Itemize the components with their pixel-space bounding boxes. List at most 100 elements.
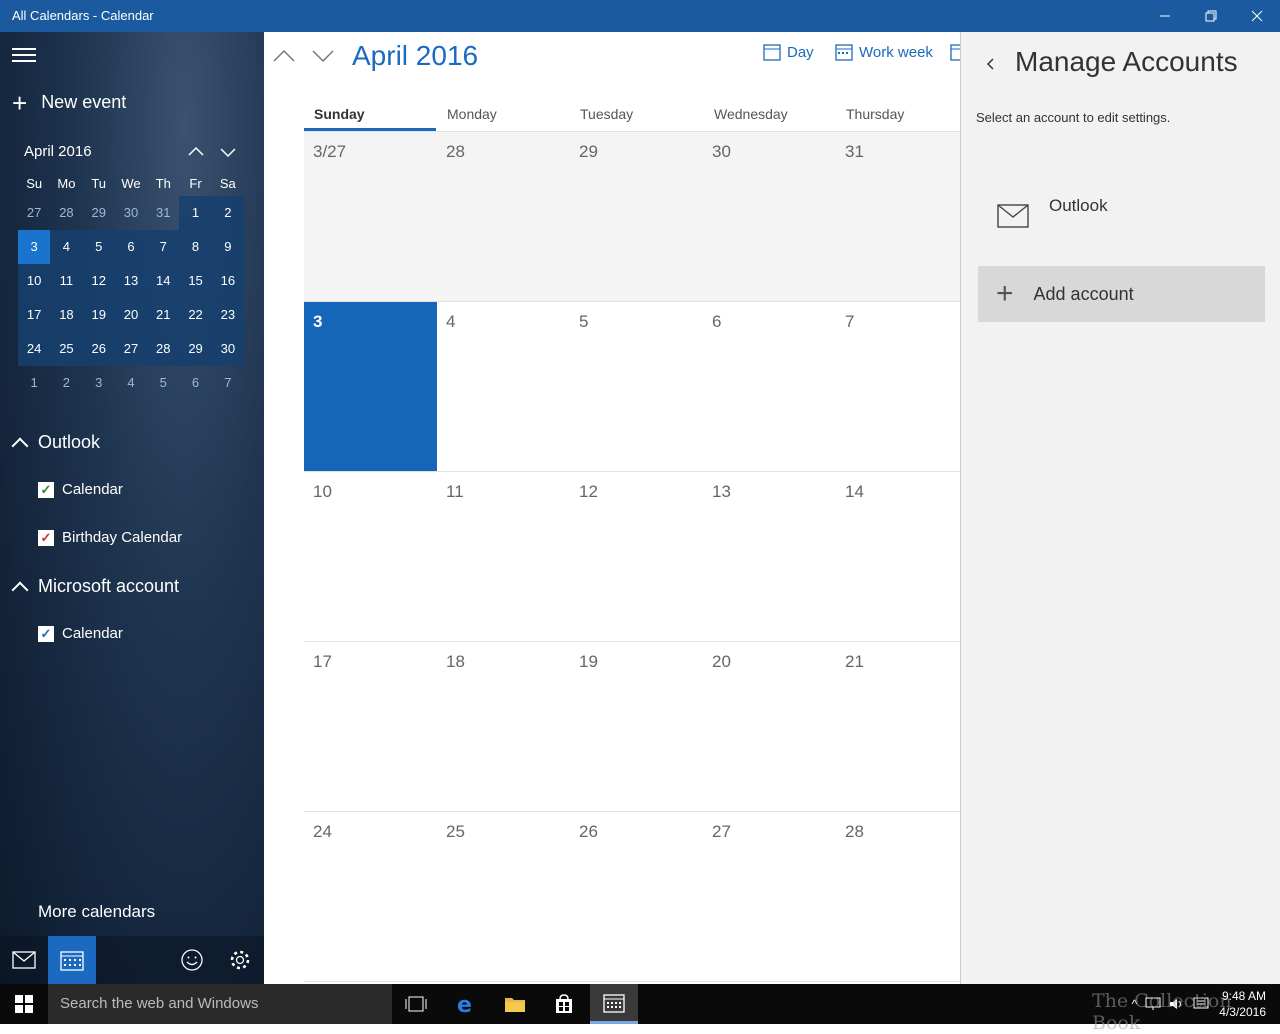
calendar-day-cell[interactable]: 30: [703, 132, 836, 301]
work-week-view-button[interactable]: Work week: [835, 43, 933, 61]
settings-button[interactable]: [216, 936, 264, 984]
mini-calendar-day[interactable]: 11: [50, 264, 83, 298]
store-button[interactable]: [540, 984, 588, 1024]
action-center-icon[interactable]: [1193, 997, 1209, 1011]
calendar-day-cell[interactable]: 5: [570, 302, 703, 471]
mini-calendar-day[interactable]: 9: [211, 230, 244, 264]
calendar-item-birthday-calendar[interactable]: ✓ Birthday Calendar: [38, 529, 182, 546]
mini-calendar-day[interactable]: 29: [83, 196, 115, 230]
restore-button[interactable]: [1188, 0, 1234, 32]
mini-calendar-day[interactable]: 12: [82, 264, 115, 298]
checkbox-checked-icon[interactable]: ✓: [38, 625, 54, 642]
start-button[interactable]: [0, 984, 48, 1024]
mini-calendar-day[interactable]: 1: [179, 196, 212, 230]
mini-calendar-day[interactable]: 24: [18, 332, 51, 366]
calendar-day-cell[interactable]: 31: [836, 132, 960, 301]
back-arrow-icon[interactable]: [983, 54, 997, 74]
calendar-day-cell[interactable]: 10: [304, 472, 437, 641]
mini-calendar-prev-icon[interactable]: [184, 140, 208, 164]
mini-calendar-day[interactable]: 4: [115, 366, 147, 400]
mini-calendar-day[interactable]: 4: [50, 230, 83, 264]
mini-calendar-day[interactable]: 27: [114, 332, 148, 366]
task-view-button[interactable]: [392, 984, 440, 1024]
mini-calendar-day[interactable]: 8: [179, 230, 212, 264]
mini-calendar-day[interactable]: 15: [179, 264, 212, 298]
mail-button[interactable]: [0, 936, 48, 984]
more-calendars-link[interactable]: More calendars: [38, 902, 155, 922]
mini-calendar-day[interactable]: 23: [211, 298, 244, 332]
taskbar-search-input[interactable]: Search the web and Windows: [48, 984, 392, 1024]
mini-calendar-day[interactable]: 5: [147, 366, 179, 400]
mini-calendar-day[interactable]: 29: [179, 332, 212, 366]
mini-calendar-day[interactable]: 22: [179, 298, 212, 332]
calendar-day-cell[interactable]: 27: [703, 812, 836, 981]
calendar-day-cell[interactable]: 3: [304, 302, 437, 471]
mini-calendar-day[interactable]: 20: [114, 298, 148, 332]
mini-calendar-day[interactable]: 1: [18, 366, 50, 400]
show-hidden-icons-icon[interactable]: ^: [1132, 997, 1138, 1011]
mini-calendar-day[interactable]: 3: [18, 230, 51, 264]
mini-calendar-month[interactable]: April 2016: [24, 143, 92, 160]
minimize-button[interactable]: [1142, 0, 1188, 32]
calendar-day-cell[interactable]: 28: [836, 812, 960, 981]
calendar-day-cell[interactable]: 20: [703, 642, 836, 811]
mini-calendar-day[interactable]: 2: [50, 366, 82, 400]
week-view-button[interactable]: [950, 43, 960, 61]
mini-calendar-day[interactable]: 28: [50, 196, 82, 230]
mini-calendar-day[interactable]: 14: [147, 264, 180, 298]
day-view-button[interactable]: Day: [763, 43, 814, 61]
mini-calendar-day[interactable]: 27: [18, 196, 50, 230]
next-month-icon[interactable]: [309, 46, 337, 66]
mini-calendar-day[interactable]: 17: [18, 298, 51, 332]
calendar-app-taskbar-button[interactable]: [590, 984, 638, 1024]
group-microsoft-account[interactable]: Microsoft account: [11, 576, 179, 598]
checkbox-checked-icon[interactable]: ✓: [38, 481, 54, 498]
group-outlook[interactable]: Outlook: [11, 432, 100, 454]
mini-calendar-day[interactable]: 16: [211, 264, 244, 298]
close-button[interactable]: [1234, 0, 1280, 32]
add-account-button[interactable]: + Add account: [978, 266, 1265, 322]
mini-calendar-day[interactable]: 18: [50, 298, 83, 332]
feedback-button[interactable]: [168, 936, 216, 984]
mini-calendar-day[interactable]: 30: [211, 332, 244, 366]
mini-calendar-day[interactable]: 3: [83, 366, 115, 400]
calendar-day-cell[interactable]: 26: [570, 812, 703, 981]
calendar-day-cell[interactable]: 29: [570, 132, 703, 301]
calendar-day-cell[interactable]: 19: [570, 642, 703, 811]
calendar-day-cell[interactable]: 12: [570, 472, 703, 641]
calendar-day-cell[interactable]: 7: [836, 302, 960, 471]
calendar-day-cell[interactable]: 6: [703, 302, 836, 471]
calendar-item-microsoft-calendar[interactable]: ✓ Calendar: [38, 625, 123, 642]
checkbox-checked-icon[interactable]: ✓: [38, 529, 54, 546]
calendar-day-cell[interactable]: 28: [437, 132, 570, 301]
calendar-day-cell[interactable]: 24: [304, 812, 437, 981]
calendar-day-cell[interactable]: 11: [437, 472, 570, 641]
mini-calendar-day[interactable]: 2: [211, 196, 244, 230]
calendar-day-cell[interactable]: 25: [437, 812, 570, 981]
volume-icon[interactable]: [1169, 997, 1185, 1011]
mini-calendar-next-icon[interactable]: [216, 140, 240, 164]
clock[interactable]: 9:48 AM 4/3/2016: [1219, 988, 1280, 1020]
month-title[interactable]: April 2016: [352, 40, 478, 72]
calendar-day-cell[interactable]: 4: [437, 302, 570, 471]
hamburger-menu-icon[interactable]: [12, 44, 36, 64]
edge-browser-button[interactable]: e: [442, 984, 490, 1024]
mini-calendar-day[interactable]: 7: [212, 366, 244, 400]
previous-month-icon[interactable]: [270, 46, 298, 66]
mini-calendar-day[interactable]: 31: [147, 196, 179, 230]
calendar-day-cell[interactable]: 14: [836, 472, 960, 641]
mini-calendar-day[interactable]: 13: [114, 264, 148, 298]
file-explorer-button[interactable]: [491, 984, 539, 1024]
mini-calendar-day[interactable]: 10: [18, 264, 51, 298]
mini-calendar-day[interactable]: 21: [147, 298, 180, 332]
mini-calendar-day[interactable]: 28: [147, 332, 180, 366]
calendar-day-cell[interactable]: 17: [304, 642, 437, 811]
mini-calendar-day[interactable]: 7: [147, 230, 180, 264]
mini-calendar-day[interactable]: 30: [115, 196, 147, 230]
mini-calendar-day[interactable]: 19: [82, 298, 115, 332]
mini-calendar-day[interactable]: 6: [114, 230, 148, 264]
calendar-day-cell[interactable]: 13: [703, 472, 836, 641]
mini-calendar-day[interactable]: 25: [50, 332, 83, 366]
new-event-button[interactable]: + New event: [12, 90, 126, 116]
calendar-day-cell[interactable]: 3/27: [304, 132, 437, 301]
